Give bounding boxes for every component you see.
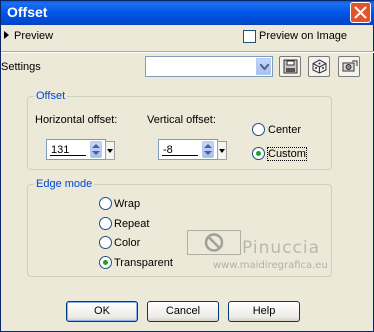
dice-icon: [312, 59, 327, 74]
transparent-radio[interactable]: [99, 256, 112, 269]
color-label: Color: [114, 237, 141, 249]
chevron-down-icon: [260, 64, 269, 70]
vertical-offset-menu-button[interactable]: [217, 141, 227, 160]
watermark-name: Pinuccia: [242, 238, 320, 258]
preset-manager-button[interactable]: [338, 56, 360, 77]
preview-toggle-label[interactable]: Preview: [14, 30, 53, 42]
offset-group-title: Offset: [34, 90, 68, 102]
spin-arrows-icon: [204, 144, 212, 155]
radio-selected-dot: [103, 260, 108, 265]
wrap-radio[interactable]: [99, 197, 112, 210]
settings-label: Settings: [1, 61, 41, 73]
horizontal-offset-stepper[interactable]: [90, 141, 102, 158]
custom-label: Custom: [267, 147, 307, 161]
repeat-radio[interactable]: [99, 217, 112, 230]
value-slider-line[interactable]: [50, 155, 86, 156]
radio-selected-dot: [256, 151, 261, 156]
center-label: Center: [268, 124, 302, 136]
offset-dialog: Offset Preview Preview on Image Settings: [0, 0, 374, 332]
vertical-offset-input[interactable]: -8: [158, 139, 227, 160]
close-button[interactable]: [350, 2, 371, 23]
repeat-label: Repeat: [114, 218, 150, 230]
preview-on-image-label: Preview on Image: [259, 30, 348, 42]
camera-icon: [342, 60, 358, 72]
help-button[interactable]: Help: [228, 301, 300, 322]
color-radio[interactable]: [99, 236, 112, 249]
vertical-offset-stepper[interactable]: [202, 141, 214, 158]
settings-dropdown-button[interactable]: [256, 58, 271, 75]
preview-on-image-checkbox[interactable]: [243, 30, 256, 43]
custom-radio[interactable]: [252, 147, 265, 160]
no-color-icon: [204, 233, 224, 252]
edge-mode-group-title: Edge mode: [34, 178, 95, 190]
horizontal-offset-label: Horizontal offset:: [35, 114, 118, 126]
horizontal-offset-menu-button[interactable]: [105, 141, 115, 160]
spin-arrows-icon: [92, 144, 100, 155]
dropdown-arrow-icon: [107, 149, 113, 153]
horizontal-offset-input[interactable]: 131: [46, 139, 115, 160]
settings-dropdown[interactable]: [145, 56, 273, 77]
watermark-url: www.maidiregrafica.eu: [213, 260, 328, 271]
vertical-offset-label: Vertical offset:: [147, 114, 216, 126]
save-icon: [283, 59, 298, 74]
edge-color-swatch[interactable]: [187, 230, 241, 255]
center-radio[interactable]: [252, 123, 265, 136]
value-slider-line[interactable]: [162, 155, 198, 156]
save-preset-button[interactable]: [279, 56, 301, 77]
dropdown-arrow-icon: [219, 149, 225, 153]
title-bar: Offset: [1, 1, 374, 25]
divider-highlight: [1, 52, 374, 53]
expand-arrow-icon[interactable]: [4, 31, 9, 39]
cancel-button[interactable]: Cancel: [147, 301, 219, 322]
preview-row: Preview Preview on Image: [1, 27, 374, 47]
wrap-label: Wrap: [114, 198, 141, 210]
window-title: Offset: [7, 4, 48, 20]
ok-button[interactable]: OK: [66, 301, 138, 322]
randomize-button[interactable]: [308, 56, 330, 77]
close-icon: [354, 6, 367, 19]
transparent-label: Transparent: [114, 257, 173, 269]
